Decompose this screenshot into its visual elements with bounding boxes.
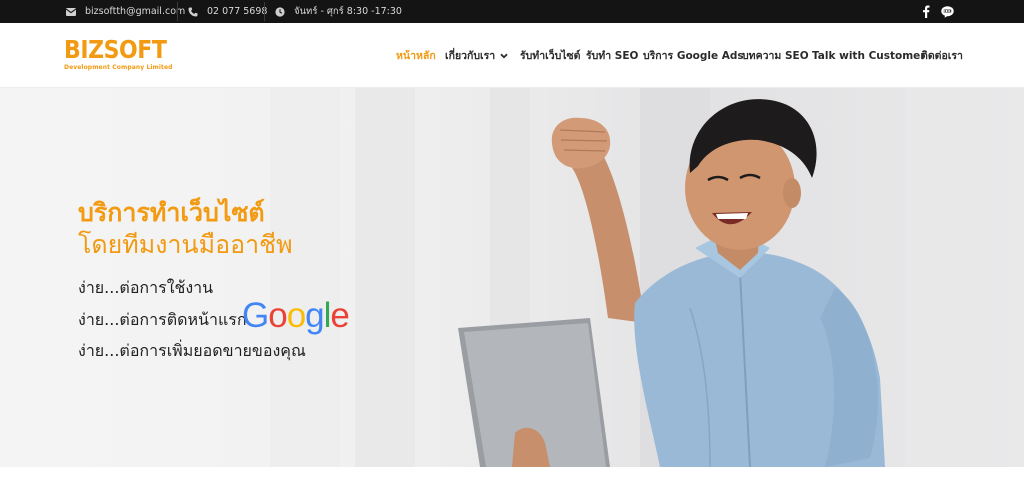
bizsoft-logo[interactable]: BIZSOFT Development Company Limited bbox=[64, 35, 173, 76]
background-window bbox=[355, 88, 415, 467]
nav-seo-service[interactable]: รับทำ SEO bbox=[586, 23, 638, 88]
hero-person-image bbox=[458, 99, 885, 467]
facebook-icon bbox=[922, 5, 930, 18]
background-window bbox=[270, 88, 340, 467]
nav-about[interactable]: เกี่ยวกับเรา bbox=[445, 23, 508, 88]
nav-talk-with-customer[interactable]: Talk with Customer bbox=[812, 23, 926, 88]
line-icon bbox=[941, 5, 954, 18]
divider bbox=[264, 2, 265, 21]
site-header: BIZSOFT Development Company Limited หน้า… bbox=[0, 23, 1024, 88]
hero-banner: บริการทำเว็บไซต์ โดยทีมงานมืออาชีพ ง่าย.… bbox=[0, 88, 1024, 467]
phone-icon bbox=[188, 7, 198, 17]
facebook-link[interactable] bbox=[922, 0, 930, 23]
google-logo: Google bbox=[242, 296, 350, 335]
nav-contact[interactable]: ติดต่อเรา bbox=[921, 23, 963, 88]
email-text: bizsoftth@gmail.com bbox=[85, 6, 186, 17]
hero-benefit-line: ง่าย...ต่อการใช้งาน bbox=[78, 278, 214, 297]
nav-web-design[interactable]: รับทำเว็บไซต์ bbox=[520, 23, 581, 88]
nav-seo-articles-label: บทความ SEO bbox=[742, 50, 809, 62]
nav-google-ads[interactable]: บริการ Google Ads bbox=[643, 23, 744, 88]
logo-tagline: Development Company Limited bbox=[64, 64, 173, 71]
nav-seo-articles[interactable]: บทความ SEO bbox=[742, 23, 809, 88]
office-hours: จันทร์ - ศุกร์ 8:30 -17:30 bbox=[275, 0, 402, 23]
hours-text: จันทร์ - ศุกร์ 8:30 -17:30 bbox=[294, 6, 402, 17]
nav-home-label: หน้าหลัก bbox=[396, 50, 436, 62]
nav-about-label: เกี่ยวกับเรา bbox=[445, 50, 496, 62]
clock-icon bbox=[275, 6, 285, 17]
nav-web-design-label: รับทำเว็บไซต์ bbox=[520, 50, 581, 62]
hero-benefit-line: ง่าย...ต่อการติดหน้าแรก bbox=[78, 310, 247, 329]
page-bottom-band bbox=[0, 467, 1024, 485]
logo-wordmark: BIZSOFT bbox=[64, 35, 167, 64]
chevron-down-icon bbox=[500, 50, 508, 62]
background-window bbox=[905, 88, 965, 467]
nav-home[interactable]: หน้าหลัก bbox=[396, 23, 436, 88]
phone-text: 02 077 5698 bbox=[207, 6, 268, 17]
nav-seo-service-label: รับทำ SEO bbox=[586, 50, 639, 62]
top-bar: bizsoftth@gmail.com 02 077 5698 จันทร์ -… bbox=[0, 0, 1024, 23]
nav-google-ads-label: บริการ Google Ads bbox=[643, 50, 744, 62]
envelope-icon bbox=[66, 7, 76, 16]
line-link[interactable] bbox=[941, 0, 954, 23]
phone-contact[interactable]: 02 077 5698 bbox=[188, 0, 267, 23]
hero-subtitle: โดยทีมงานมืออาชีพ bbox=[78, 230, 293, 259]
nav-talk-with-customer-label: Talk with Customer bbox=[812, 49, 926, 62]
email-contact[interactable]: bizsoftth@gmail.com bbox=[66, 0, 185, 23]
nav-contact-label: ติดต่อเรา bbox=[921, 50, 963, 62]
hero-benefit-line: ง่าย...ต่อการเพิ่มยอดขายของคุณ bbox=[78, 341, 306, 360]
divider bbox=[177, 2, 178, 21]
